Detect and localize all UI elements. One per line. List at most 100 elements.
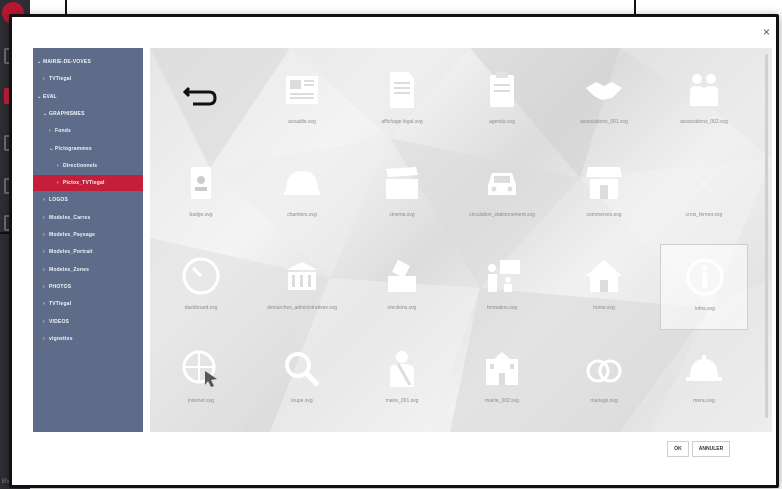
file-tile[interactable]: loupe.svg [258,337,346,423]
tree-item-label: Directionnels [63,162,98,169]
file-name: cinema.svg [389,212,415,218]
tree-item[interactable]: ⌄ Pictogrammes [33,141,92,157]
file-name: commerces.svg [586,212,622,218]
tree-item-label: Modeles_Zones [49,266,90,273]
file-name: home.svg [593,305,615,311]
file-tile[interactable]: badge.svg [157,151,245,237]
cancel-button[interactable]: ANNULER [692,441,730,457]
media-picker-dialog: × ⌄ MAIRIE-DE-VOVES › TVTiegal ⌄ EVAL ⌄ GRAPHIS… [9,14,779,488]
file-tile[interactable]: mariage.svg [560,337,648,423]
file-tile[interactable]: agenda.svg [458,58,546,144]
tree-item[interactable]: › TVTiegal [33,71,71,87]
file-name: associations_001.svg [580,119,628,125]
scrollbar[interactable] [765,54,768,418]
file-tile[interactable]: associations_002.svg [660,58,748,144]
file-name: loupe.svg [291,398,313,404]
close-cross-icon [692,171,716,195]
tree-item[interactable]: › Modeles_Carres [33,210,90,226]
tree-item-label: GRAPHISMES [49,110,85,117]
file-name: mariage.svg [590,398,618,404]
tree-item[interactable]: › LOGOS [33,192,68,208]
tree-item[interactable]: › Pictos_TVTiegal [33,175,143,192]
tree-item-label: VIDEOS [49,318,70,325]
tree-item[interactable]: › Fonds [33,123,71,139]
file-name: croix_fermer.svg [685,212,723,218]
file-name: affichage legal.svg [381,119,423,125]
file-tile[interactable]: commerces.svg [560,151,648,237]
file-name: demarches_administratives.svg [266,305,338,311]
tree-item-label: Pictogrammes [55,145,92,152]
file-name: chantiers.svg [287,212,317,218]
file-tile[interactable]: maire_001.svg [358,337,446,423]
file-tile[interactable]: infos.svg [660,244,748,330]
back-button[interactable] [157,58,245,144]
file-name: internet.svg [188,398,214,404]
people-icon [690,74,718,106]
car-icon [488,173,516,195]
file-tile[interactable]: actualite.svg [258,58,346,144]
cloche-icon [686,355,722,381]
tree-item[interactable]: › PHOTOS [33,279,71,295]
tree-item-label: EVAL [43,93,57,100]
tree-item-label: Pictos_TVTiegal [63,180,105,187]
file-tile[interactable]: affichage legal.svg [358,58,446,144]
tree-item[interactable]: ⌄ EVAL [33,89,57,105]
callout-line [0,232,9,234]
file-tile[interactable]: internet.svg [157,337,245,423]
ok-button[interactable]: OK [667,441,689,457]
close-icon[interactable]: × [763,26,770,38]
file-tile[interactable]: associations_001.svg [560,58,648,144]
tree-item-label: MAIRIE-DE-VOVES [43,59,92,65]
newspaper-icon [286,76,318,104]
clapperboard-icon [386,167,418,199]
teaching-icon [488,260,520,292]
document-icon [390,72,414,108]
tree-item[interactable]: ⌄ GRAPHISMES [33,106,85,122]
file-name: actualite.svg [288,119,316,125]
tree-item[interactable]: › Modeles_Paysage [33,227,95,243]
handshake-icon [586,82,622,100]
tree-item[interactable]: › Modeles_Portrait [33,244,93,260]
file-tile[interactable]: chantiers.svg [258,151,346,237]
tree-item[interactable]: › Directionnels [33,158,97,174]
file-name: dashboard.svg [184,305,218,311]
file-tile[interactable]: demarches_administratives.svg [258,244,346,330]
tree-item[interactable]: › TVTiegal [33,296,71,312]
house-icon [586,260,622,292]
file-name: agenda.svg [489,119,515,125]
ballot-box-icon [388,260,416,292]
tree-item-label: TVTiegal [49,301,72,308]
tree-item-label: vignettes [49,335,73,342]
tree-item[interactable]: › Modeles_Zones [33,262,89,278]
file-tile[interactable]: croix_fermer.svg [660,151,748,237]
tree-item-label: TVTiegal [49,76,72,83]
file-tile[interactable]: home.svg [560,244,648,330]
file-tile[interactable]: menu.svg [660,337,748,423]
back-arrow-icon [183,86,217,106]
tree-item[interactable]: ⌄ MAIRIE-DE-VOVES [33,54,91,70]
file-tile[interactable]: circulation_stationnement.svg [458,151,546,237]
tree-item[interactable]: › vignettes [33,331,73,347]
file-tile[interactable]: formation.svg [458,244,546,330]
tree-item-label: Modeles_Paysage [49,232,96,238]
file-name: maire_001.svg [385,398,419,404]
file-name: circulation_stationnement.svg [469,212,535,218]
rings-icon [586,359,622,383]
info-icon [686,258,724,296]
file-tile[interactable]: cinema.svg [358,151,446,237]
hardhat-icon [284,171,320,195]
shop-icon [586,167,622,199]
townhall-icon [286,262,318,290]
folder-tree: ⌄ MAIRIE-DE-VOVES › TVTiegal ⌄ EVAL ⌄ GRAPHISME… [33,48,143,432]
tree-item-label: Modeles_Portrait [49,249,93,256]
tree-item[interactable]: › VIDEOS [33,314,69,330]
building-icon [486,352,518,385]
file-tile[interactable]: dashboard.svg [157,244,245,330]
clipboard-icon [490,72,514,107]
file-tile[interactable]: mairie_002.svg [458,337,546,423]
file-name: menu.svg [693,398,715,404]
gauge-icon [182,257,220,295]
file-tile[interactable]: elections.svg [358,244,446,330]
file-name: infos.svg [695,306,715,312]
file-name: elections.svg [387,305,417,311]
